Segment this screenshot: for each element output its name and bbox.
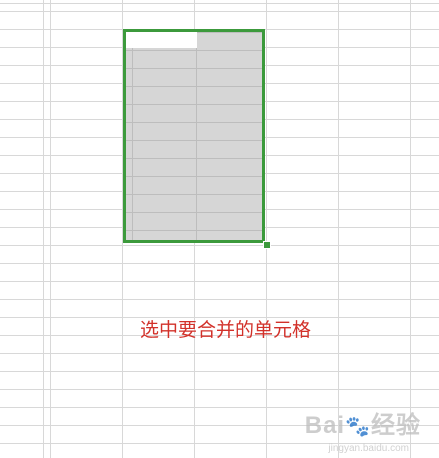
watermark-text-right: 经验 xyxy=(371,412,421,439)
selected-range[interactable] xyxy=(123,29,265,243)
active-cell[interactable] xyxy=(126,32,197,48)
fill-handle[interactable] xyxy=(263,241,271,249)
paw-icon: 🐾 xyxy=(345,416,371,439)
spreadsheet-grid[interactable]: 选中要合并的单元格 Bai🐾经验 jingyan.baidu.com xyxy=(0,0,439,458)
baidu-watermark: Bai🐾经验 xyxy=(305,405,421,440)
watermark-text-left: Bai xyxy=(304,412,346,439)
watermark-url: jingyan.baidu.com xyxy=(328,443,409,454)
instruction-caption: 选中要合并的单元格 xyxy=(139,319,311,341)
